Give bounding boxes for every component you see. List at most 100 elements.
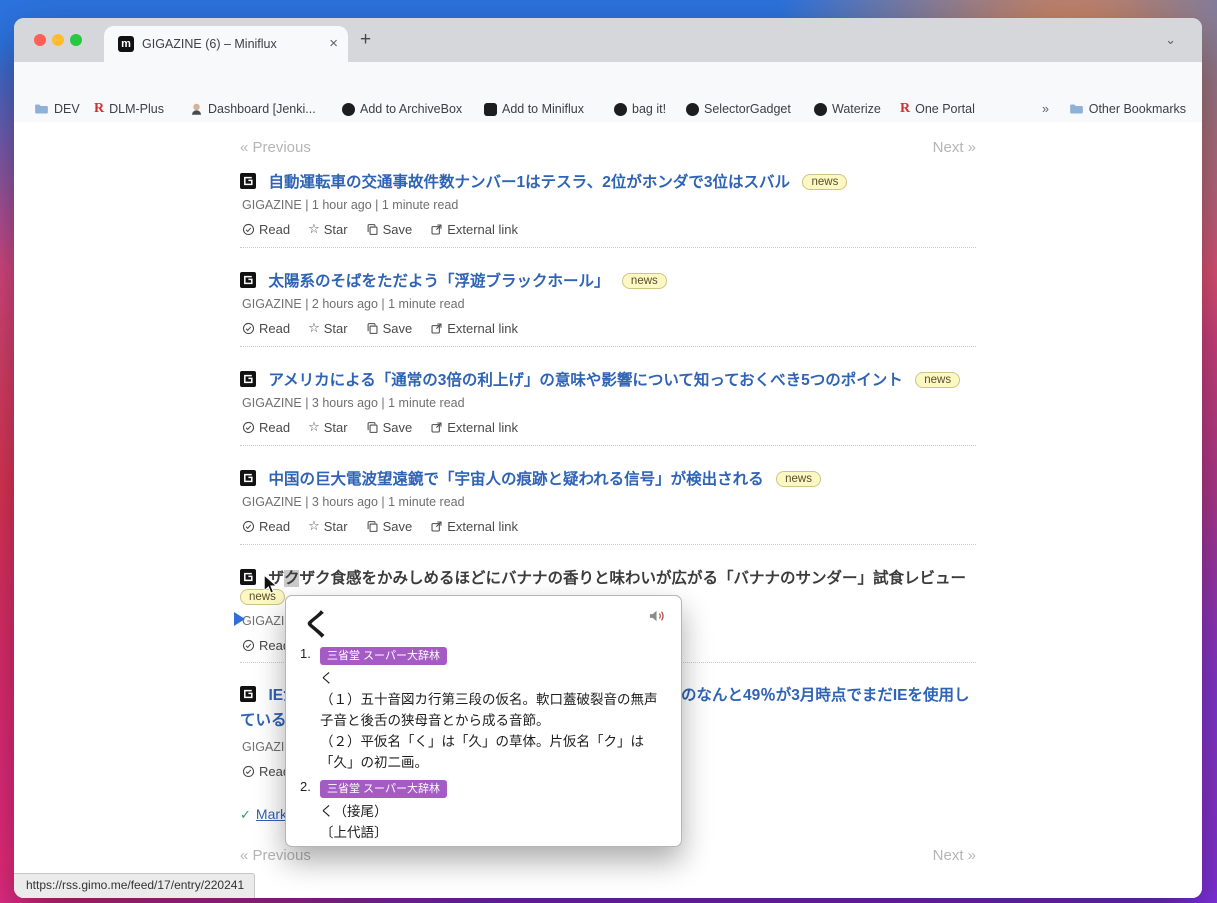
gigazine-favicon-icon: [240, 371, 256, 387]
entry-title-link[interactable]: 太陽系のそばをただよう「浮遊ブラックホール」: [268, 273, 609, 290]
star-button[interactable]: ☆Star: [308, 221, 348, 237]
entry-meta: GIGAZINE | 1 hour ago | 1 minute read: [242, 198, 978, 212]
dictionary-source-badge: 三省堂 スーパー大辞林: [320, 780, 447, 798]
letter-r-icon: R: [900, 101, 910, 117]
entry-title-link[interactable]: アメリカによる「通常の3倍の利上げ」の意味や影響について知っておくべき5つのポイ…: [268, 372, 902, 389]
entry-tag-badge: news: [915, 372, 960, 388]
read-button[interactable]: Read: [242, 763, 290, 779]
bookmark-label: bag it!: [632, 102, 666, 116]
entry-title-row: 中国の巨大電波望遠鏡で「宇宙人の痕跡と疑われる信号」が検出される news: [240, 467, 976, 489]
read-button[interactable]: Read: [242, 637, 290, 653]
bag-it-icon: [614, 103, 627, 116]
entry-title-row: 太陽系のそばをただよう「浮遊ブラックホール」 news: [240, 269, 976, 291]
mouse-cursor-icon: [263, 574, 278, 595]
waterize-icon: [814, 103, 827, 116]
check-icon: ✓: [240, 807, 251, 822]
read-button[interactable]: Read: [242, 221, 290, 237]
star-button[interactable]: ☆Star: [308, 518, 348, 534]
bookmark-item-dashboard-jenkins[interactable]: Dashboard [Jenki...: [190, 96, 316, 122]
entry-tag-badge: news: [776, 471, 821, 487]
entry-divider: [240, 445, 976, 446]
star-icon: ☆: [308, 419, 320, 435]
bookmark-item-dlm-plus[interactable]: R DLM-Plus: [94, 96, 164, 122]
folder-icon: [1069, 103, 1084, 115]
star-button[interactable]: ☆Star: [308, 320, 348, 336]
dictionary-entry: 1. 三省堂 スーパー大辞林 く （１）五十音図カ行第三段の仮名。軟口蓋破裂音の…: [300, 644, 664, 773]
bookmark-item-dev[interactable]: DEV: [34, 96, 80, 122]
entry-meta: GIGAZINE | 3 hours ago | 1 minute read: [242, 495, 978, 509]
bookmark-item-bag-it[interactable]: bag it!: [614, 96, 666, 122]
pagination-next-bottom[interactable]: Next »: [933, 847, 976, 864]
save-button[interactable]: Save: [366, 221, 413, 237]
entry-actions: Read ☆Star Save External link: [242, 221, 978, 237]
speaker-icon[interactable]: [648, 608, 667, 624]
miniflux-favicon-icon: m: [118, 36, 134, 52]
definition-line: （２）平仮名「く」は「久」の草体。片仮名「ク」は「久」の初二画。: [320, 731, 664, 773]
bookmark-item-add-to-miniflux[interactable]: Add to Miniflux: [484, 96, 584, 122]
entry-title-link[interactable]: 自動運転車の交通事故件数ナンバー1はテスラ、2位がホンダで3位はスバル: [268, 174, 790, 191]
jenkins-butler-icon: [190, 102, 203, 116]
definition-headline: く（接尾）: [320, 801, 664, 822]
save-button[interactable]: Save: [366, 419, 413, 435]
close-window-button[interactable]: [34, 34, 46, 46]
save-button[interactable]: Save: [366, 320, 413, 336]
external-link-button[interactable]: External link: [430, 221, 518, 237]
bookmark-label: Waterize: [832, 102, 881, 116]
tab-title: GIGAZINE (6) – Miniflux: [142, 26, 277, 62]
new-tab-button[interactable]: +: [360, 28, 371, 52]
pagination-previous-top[interactable]: « Previous: [240, 139, 311, 156]
entry-actions: Read ☆Star Save External link: [242, 518, 978, 534]
folder-icon: [34, 103, 49, 115]
bookmark-label: DLM-Plus: [109, 102, 164, 116]
bookmark-item-one-portal[interactable]: R One Portal: [900, 96, 975, 122]
tab-close-icon[interactable]: ×: [329, 26, 338, 62]
gigazine-favicon-icon: [240, 686, 256, 702]
entry-title-row: 自動運転車の交通事故件数ナンバー1はテスラ、2位がホンダで3位はスバル news: [240, 170, 976, 192]
definition-line: 〔上代語〕: [320, 822, 664, 843]
bookmarks-overflow-chevron[interactable]: »: [1042, 96, 1049, 122]
entry-meta: GIGAZINE | 3 hours ago | 1 minute read: [242, 396, 978, 410]
entry-divider: [240, 346, 976, 347]
entry-number: 2.: [300, 777, 320, 847]
gigazine-favicon-icon: [240, 173, 256, 189]
gigazine-favicon-icon: [240, 569, 256, 585]
entry-actions: Read ☆Star Save External link: [242, 320, 978, 336]
star-icon: ☆: [308, 320, 320, 336]
entry-title-link[interactable]: ザクザク食感をかみしめるほどにバナナの香りと味わいが広がる「バナナのサンダー」試…: [268, 570, 966, 587]
external-link-button[interactable]: External link: [430, 518, 518, 534]
save-button[interactable]: Save: [366, 518, 413, 534]
external-link-button[interactable]: External link: [430, 320, 518, 336]
star-icon: ☆: [308, 518, 320, 534]
external-link-button[interactable]: External link: [430, 419, 518, 435]
bookmark-item-add-to-archivebox[interactable]: Add to ArchiveBox: [342, 96, 462, 122]
dictionary-entry: 2. 三省堂 スーパー大辞林 く（接尾） 〔上代語〕 活用語に付いて名詞化する。…: [300, 777, 664, 847]
bookmark-label: Dashboard [Jenki...: [208, 102, 316, 116]
bookmark-label: One Portal: [915, 102, 975, 116]
star-icon: ☆: [308, 221, 320, 237]
zoom-window-button[interactable]: [70, 34, 82, 46]
browser-toolbar: rss.gimo.me/feed/17/entries ☆ {=} V G 9+: [14, 62, 1202, 96]
browser-window: m GIGAZINE (6) – Miniflux × + ⌄ rss.gimo…: [14, 18, 1202, 898]
read-button[interactable]: Read: [242, 320, 290, 336]
tab-search-chevron-icon[interactable]: ⌄: [1165, 32, 1176, 48]
minimize-window-button[interactable]: [52, 34, 64, 46]
entry-actions: Read ☆Star Save External link: [242, 419, 978, 435]
pagination-next-top[interactable]: Next »: [933, 139, 976, 156]
entry-number: 1.: [300, 644, 320, 773]
other-bookmarks-folder[interactable]: Other Bookmarks: [1069, 96, 1186, 122]
read-button[interactable]: Read: [242, 419, 290, 435]
bookmark-item-selectorgadget[interactable]: SelectorGadget: [686, 96, 791, 122]
lookup-arrow-icon: [234, 612, 245, 626]
entry-divider: [240, 544, 976, 545]
bookmark-label: Add to Miniflux: [502, 102, 584, 116]
pagination-previous-bottom[interactable]: « Previous: [240, 847, 311, 864]
bookmark-item-waterize[interactable]: Waterize: [814, 96, 881, 122]
entry-divider: [240, 247, 976, 248]
entry-title-row: アメリカによる「通常の3倍の利上げ」の意味や影響について知っておくべき5つのポイ…: [240, 368, 976, 390]
browser-tab[interactable]: m GIGAZINE (6) – Miniflux ×: [104, 26, 348, 62]
read-button[interactable]: Read: [242, 518, 290, 534]
star-button[interactable]: ☆Star: [308, 419, 348, 435]
definition-line: 活用語に付いて名詞化する。四段・ナ変・ラ変の動詞: [320, 843, 664, 847]
bookmark-label: DEV: [54, 102, 80, 116]
entry-title-link[interactable]: 中国の巨大電波望遠鏡で「宇宙人の痕跡と疑われる信号」が検出される: [268, 471, 763, 488]
